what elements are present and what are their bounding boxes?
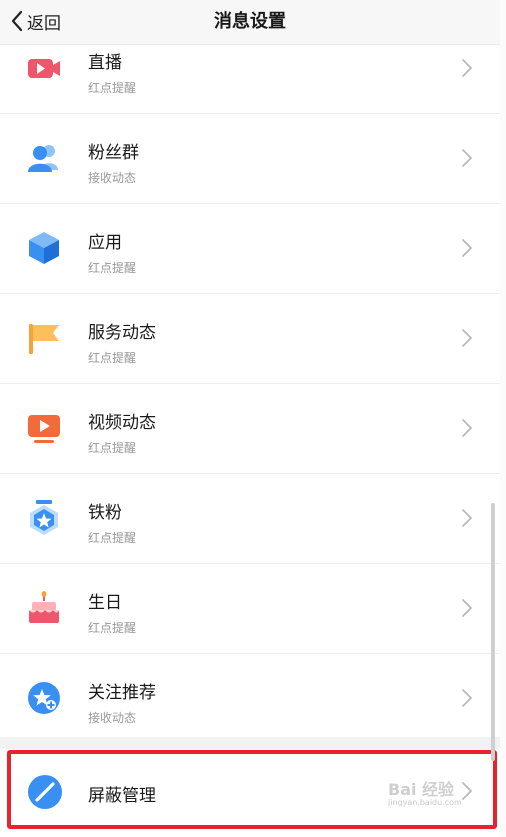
row-label: 屏蔽管理 [88,786,156,806]
row-sublabel: 红点提醒 [88,441,137,455]
settings-row-birthday[interactable]: 生日 红点提醒 [0,564,500,654]
row-sublabel: 红点提醒 [88,81,137,95]
chevron-right-icon [462,419,472,437]
nav-header: 返回 消息设置 [0,0,500,45]
row-sublabel: 接收动态 [88,711,137,725]
row-label: 生日 [88,593,122,613]
row-label: 铁粉 [88,503,122,523]
chevron-right-icon [462,59,472,77]
chevron-right-icon [462,689,472,707]
settings-row-video-news[interactable]: 视频动态 红点提醒 [0,384,500,474]
chevron-right-icon [462,509,472,527]
settings-row-fan-group[interactable]: 粉丝群 接收动态 [0,114,500,204]
row-label: 粉丝群 [88,143,139,163]
row-sublabel: 红点提醒 [88,261,137,275]
settings-row-service-news[interactable]: 服务动态 红点提醒 [0,294,500,384]
flag-icon [29,324,59,354]
chevron-right-icon [462,239,472,257]
birthday-cake-icon [29,591,59,623]
app-cube-icon [29,232,59,264]
row-sublabel: 红点提醒 [88,621,137,635]
chevron-right-icon [462,599,472,617]
watermark-logo: Bai 经验 [388,780,455,799]
screen-edge [500,0,506,837]
star-circle-icon [28,682,60,714]
scrollbar[interactable] [491,503,495,761]
section-gap [0,737,500,749]
watermark-url: jingyan.baidu.com [388,798,462,807]
badge-star-icon [30,500,58,535]
video-play-icon [28,415,60,443]
chevron-right-icon [462,329,472,347]
fan-group-icon [28,145,58,172]
row-sublabel: 接收动态 [88,171,137,185]
row-sublabel: 红点提醒 [88,351,137,365]
row-label: 直播 [88,53,122,73]
row-label: 服务动态 [88,323,156,343]
settings-row-app[interactable]: 应用 红点提醒 [0,204,500,294]
chevron-right-icon [462,782,472,800]
row-label: 关注推荐 [88,683,156,703]
settings-list: 直播 红点提醒 粉丝群 接收动态 应用 红点提醒 服务动态 红点提醒 视频动态 … [0,24,500,744]
row-label: 视频动态 [88,413,156,433]
row-label: 应用 [88,233,122,253]
chevron-right-icon [462,149,472,167]
row-sublabel: 红点提醒 [88,531,137,545]
watermark: Bai 经验 jingyan.baidu.com [388,780,462,809]
live-video-icon [28,59,60,78]
block-icon [28,775,62,809]
settings-row-iron-fan[interactable]: 铁粉 红点提醒 [0,474,500,564]
settings-row-follow-recommend[interactable]: 关注推荐 接收动态 [0,654,500,744]
page-title: 消息设置 [214,11,286,32]
